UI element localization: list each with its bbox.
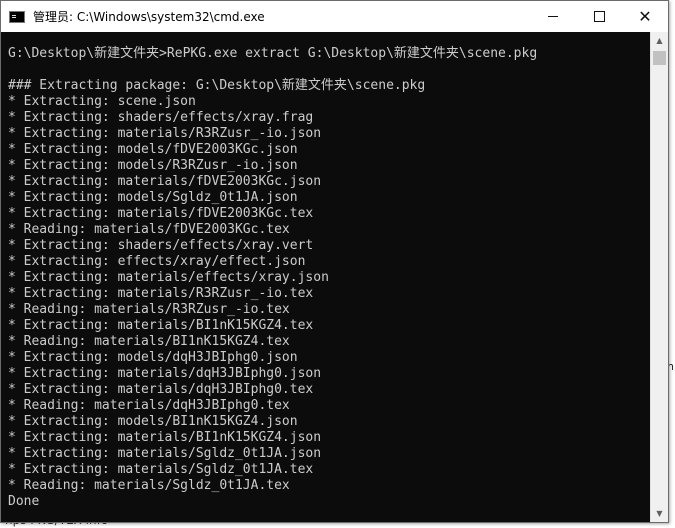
console-output-line: * Extracting: materials/dqH3JBIphg0.json <box>8 366 322 381</box>
console-output-line: * Extracting: materials/BI1nK15KGZ4.json <box>8 430 322 445</box>
console-output-line: * Extracting: scene.json <box>8 94 196 109</box>
console-output-line: * Extracting: materials/Sgldz_0t1JA.tex <box>8 462 314 477</box>
console-output-line: * Extracting: materials/R3RZusr_-io.json <box>8 126 322 141</box>
console-app-icon[interactable] <box>9 10 25 23</box>
console-output-line: * Extracting: materials/BI1nK15KGZ4.tex <box>8 318 314 333</box>
console-output-line: Done <box>8 494 40 509</box>
console-output-line: * Extracting: materials/dqH3JBIphg0.tex <box>8 382 314 397</box>
console-output-line: * Extracting: models/Sgldz_0t1JA.json <box>8 190 298 205</box>
console-output-line: * Extracting: materials/Sgldz_0t1JA.json <box>8 446 322 461</box>
console-output-line: * Extracting: materials/fDVE2003KGc.json <box>8 174 322 189</box>
vertical-scrollbar[interactable]: ▲ ▼ <box>650 32 668 522</box>
console-output-line: * Reading: materials/Sgldz_0t1JA.tex <box>8 478 290 493</box>
maximize-button[interactable] <box>576 1 622 32</box>
console-output-line: * Reading: materials/BI1nK15KGZ4.tex <box>8 334 290 349</box>
console-output-line: * Extracting: models/dqH3JBIphg0.json <box>8 350 298 365</box>
console-output-line: * Extracting: shaders/effects/xray.vert <box>8 238 314 253</box>
console-output-line: * Extracting: effects/xray/effect.json <box>8 254 306 269</box>
scroll-up-arrow-icon[interactable]: ▲ <box>651 32 668 49</box>
console-output-line: * Extracting: shaders/effects/xray.frag <box>8 110 314 125</box>
console-output-line: * Extracting: models/fDVE2003KGc.json <box>8 142 298 157</box>
console-output-line: * Extracting: materials/effects/xray.jso… <box>8 270 329 285</box>
console-output-line: * Reading: materials/fDVE2003KGc.tex <box>8 222 290 237</box>
maximize-icon <box>593 11 605 22</box>
cmd-window: 管理员: C:\Windows\system32\cmd.exe ✕ G:\De… <box>0 0 669 523</box>
console-output-line: * Reading: materials/R3RZusr_-io.tex <box>8 302 290 317</box>
title-bar[interactable]: 管理员: C:\Windows\system32\cmd.exe ✕ <box>1 1 668 32</box>
console-output-line: ### Extracting package: G:\Desktop\新建文件夹… <box>8 78 426 93</box>
caption-buttons: ✕ <box>530 1 668 32</box>
minimize-icon <box>548 16 558 17</box>
close-button[interactable]: ✕ <box>622 1 668 32</box>
command-line: G:\Desktop\新建文件夹>RePKG.exe extract G:\De… <box>8 46 538 61</box>
window-title: 管理员: C:\Windows\system32\cmd.exe <box>33 10 265 24</box>
scroll-down-arrow-icon[interactable]: ▼ <box>651 505 668 522</box>
console-output-line: * Extracting: models/R3RZusr_-io.json <box>8 158 298 173</box>
scroll-thumb[interactable] <box>653 51 666 65</box>
close-icon: ✕ <box>638 6 652 26</box>
console-output-area[interactable]: G:\Desktop\新建文件夹>RePKG.exe extract G:\De… <box>1 32 650 522</box>
console-output-line: * Reading: materials/dqH3JBIphg0.tex <box>8 398 290 413</box>
console-output-line: * Extracting: materials/fDVE2003KGc.tex <box>8 206 314 221</box>
console-output-line: * Extracting: materials/R3RZusr_-io.tex <box>8 286 314 301</box>
minimize-button[interactable] <box>530 1 576 32</box>
console-output-line: * Extracting: models/BI1nK15KGZ4.json <box>8 414 298 429</box>
